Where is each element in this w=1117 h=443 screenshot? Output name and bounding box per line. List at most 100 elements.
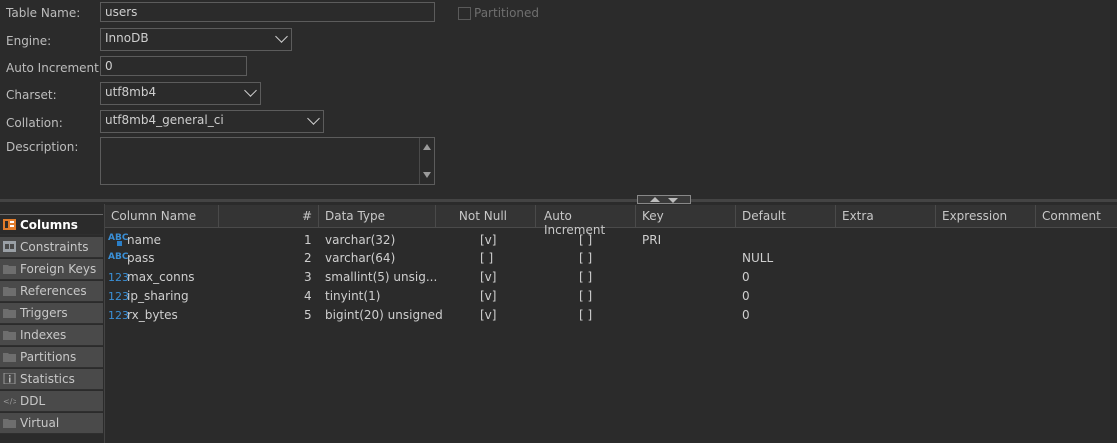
column-name-cell[interactable]: max_conns — [127, 270, 195, 284]
position-cell: 1 — [304, 233, 312, 247]
tab-label: Triggers — [20, 306, 68, 320]
chevron-down-icon — [244, 84, 257, 97]
tab-indexes[interactable]: Indexes — [0, 325, 103, 346]
number-type-icon: 123 — [108, 309, 129, 322]
expand-down-icon[interactable] — [668, 198, 678, 203]
scroll-up-icon[interactable] — [423, 144, 431, 150]
header-key[interactable]: Key — [636, 205, 736, 228]
description-textarea[interactable] — [100, 137, 435, 185]
tab-foreign-keys[interactable]: Foreign Keys — [0, 259, 103, 280]
folder-icon — [3, 353, 16, 362]
tab-label: Virtual — [20, 416, 60, 430]
splitter-handle[interactable] — [637, 195, 691, 204]
folder-icon — [3, 331, 16, 340]
data-type-cell[interactable]: bigint(20) unsigned — [325, 308, 443, 322]
header-not-null[interactable]: Not Null — [436, 205, 536, 228]
scroll-down-icon[interactable] — [423, 172, 431, 178]
auto-increment-label: Auto Increment: — [6, 61, 103, 75]
not-null-cell[interactable]: [v] — [480, 289, 496, 303]
column-name-cell[interactable]: pass — [127, 251, 154, 265]
columns-icon — [3, 219, 16, 230]
data-type-cell[interactable]: tinyint(1) — [325, 289, 380, 303]
header-position[interactable]: # — [219, 205, 319, 228]
description-scrollbar[interactable] — [419, 138, 434, 184]
folder-icon — [3, 287, 16, 296]
auto-increment-cell[interactable]: [ ] — [579, 233, 592, 247]
charset-label: Charset: — [6, 88, 57, 102]
chevron-down-icon — [307, 112, 320, 125]
auto-increment-cell[interactable]: [ ] — [579, 308, 592, 322]
number-type-icon: 123 — [108, 271, 129, 284]
number-type-icon: 123 — [108, 290, 129, 303]
column-name-cell[interactable]: ip_sharing — [127, 289, 189, 303]
charset-select[interactable]: utf8mb4 — [100, 82, 261, 105]
tab-virtual[interactable]: Virtual — [0, 413, 103, 434]
default-cell[interactable]: 0 — [742, 289, 750, 303]
collation-value: utf8mb4_general_ci — [105, 113, 224, 127]
tab-constraints[interactable]: Constraints — [0, 237, 103, 258]
tab-label: Foreign Keys — [20, 262, 97, 276]
text-type-icon: ABC — [108, 252, 129, 262]
partitioned-label: Partitioned — [474, 6, 540, 20]
not-null-cell[interactable]: [v] — [480, 270, 496, 284]
table-name-input[interactable]: users — [100, 2, 435, 22]
tab-ddl[interactable]: </> DDL — [0, 391, 103, 412]
tab-partitions[interactable]: Partitions — [0, 347, 103, 368]
tab-label: References — [20, 284, 87, 298]
tab-label: Columns — [20, 218, 78, 232]
position-cell: 2 — [304, 251, 312, 265]
info-icon — [3, 373, 16, 384]
folder-icon — [3, 419, 16, 428]
auto-increment-cell[interactable]: [ ] — [579, 289, 592, 303]
collapse-up-icon[interactable] — [650, 197, 660, 202]
tab-references[interactable]: References — [0, 281, 103, 302]
default-cell[interactable]: 0 — [742, 308, 750, 322]
column-name-cell[interactable]: name — [127, 233, 161, 247]
tab-triggers[interactable]: Triggers — [0, 303, 103, 324]
header-column-name[interactable]: Column Name — [105, 205, 219, 228]
not-null-cell[interactable]: [ ] — [480, 251, 493, 265]
header-data-type[interactable]: Data Type — [319, 205, 436, 228]
auto-increment-cell[interactable]: [ ] — [579, 270, 592, 284]
folder-icon — [3, 309, 16, 318]
header-default[interactable]: Default — [736, 205, 836, 228]
constraints-icon — [3, 241, 16, 252]
collation-label: Collation: — [6, 116, 63, 130]
tab-label: Constraints — [20, 240, 89, 254]
folder-icon — [3, 265, 16, 274]
data-type-cell[interactable]: varchar(64) — [325, 251, 395, 265]
table-name-label: Table Name: — [6, 6, 81, 20]
auto-increment-input[interactable]: 0 — [100, 56, 247, 76]
header-expression[interactable]: Expression — [936, 205, 1036, 228]
tab-label: DDL — [20, 394, 46, 408]
partitioned-checkbox[interactable] — [458, 7, 471, 20]
data-type-cell[interactable]: smallint(5) unsig... — [325, 270, 437, 284]
key-cell: PRI — [642, 233, 662, 247]
data-type-cell[interactable]: varchar(32) — [325, 233, 395, 247]
collation-select[interactable]: utf8mb4_general_ci — [100, 110, 324, 133]
position-cell: 3 — [304, 270, 312, 284]
charset-value: utf8mb4 — [105, 85, 157, 99]
chevron-down-icon — [275, 30, 288, 43]
tab-label: Indexes — [20, 328, 67, 342]
panel-splitter[interactable] — [0, 199, 1117, 202]
header-auto-increment[interactable]: Auto Increment — [536, 205, 636, 237]
default-cell[interactable]: NULL — [742, 251, 773, 265]
column-name-cell[interactable]: rx_bytes — [127, 308, 178, 322]
default-cell[interactable]: 0 — [742, 270, 750, 284]
tab-label: Statistics — [20, 372, 75, 386]
tab-columns[interactable]: Columns — [0, 214, 103, 235]
header-comment[interactable]: Comment — [1036, 205, 1117, 228]
sidebar: Columns Constraints Foreign Keys Referen… — [0, 204, 105, 443]
tab-statistics[interactable]: Statistics — [0, 369, 103, 390]
engine-value: InnoDB — [105, 31, 149, 45]
header-extra[interactable]: Extra — [836, 205, 936, 228]
ddl-icon: </> — [3, 397, 16, 406]
not-null-cell[interactable]: [v] — [480, 308, 496, 322]
primary-key-icon — [117, 241, 122, 246]
position-cell: 4 — [304, 289, 312, 303]
not-null-cell[interactable]: [v] — [480, 233, 496, 247]
svg-text:</>: </> — [3, 397, 16, 406]
engine-select[interactable]: InnoDB — [100, 28, 292, 51]
auto-increment-cell[interactable]: [ ] — [579, 251, 592, 265]
